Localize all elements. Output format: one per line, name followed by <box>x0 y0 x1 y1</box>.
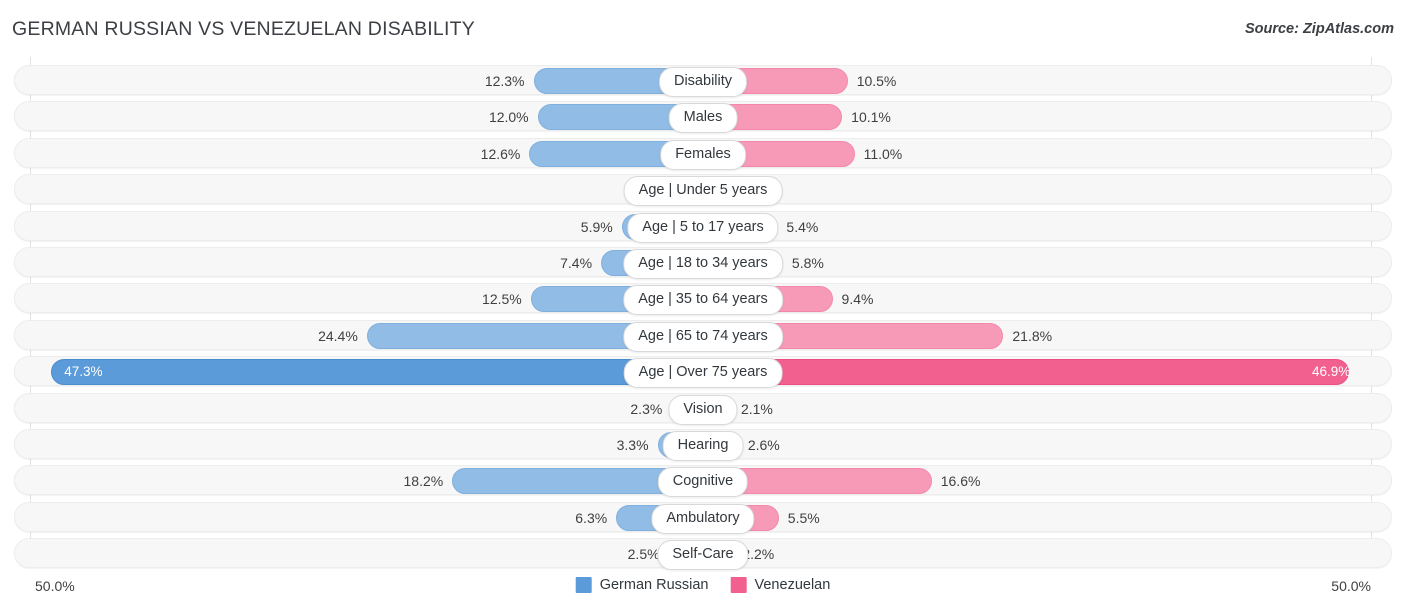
category-label-pill[interactable]: Disability <box>658 67 748 97</box>
value-label-right: 10.1% <box>851 109 891 126</box>
value-label-right: 10.5% <box>856 73 897 89</box>
legend-item[interactable]: German Russian <box>575 577 709 593</box>
table-row[interactable]: 2.3% 2.1% Vision <box>14 392 1392 425</box>
category-label-pill[interactable]: Self-Care <box>657 540 749 571</box>
value-label-left: 7.4% <box>560 255 593 271</box>
value-label-left: 5.9% <box>580 218 613 235</box>
chart-header: GERMAN RUSSIAN VS VENEZUELAN DISABILITY … <box>0 0 1406 57</box>
table-row[interactable]: 12.6% 11.0% Females <box>14 137 1392 170</box>
value-label-right: 11.0% <box>863 145 903 162</box>
value-label-right: 2.6% <box>747 437 780 453</box>
table-row[interactable]: 18.2% 16.6% Cognitive <box>14 465 1392 498</box>
legend-item-label: German Russian <box>599 577 709 593</box>
value-label-right: 5.8% <box>791 255 824 271</box>
table-row[interactable]: 6.3% 5.5% Ambulatory <box>14 501 1392 534</box>
table-row[interactable]: 24.4% 21.8% Age | 65 to 74 years <box>14 319 1392 352</box>
category-label-pill[interactable]: Females <box>660 139 746 170</box>
value-label-left: 3.3% <box>616 437 649 453</box>
value-label-right: 5.5% <box>787 509 820 526</box>
table-row[interactable]: 12.5% 9.4% Age | 35 to 64 years <box>14 283 1392 316</box>
category-label-pill[interactable]: Vision <box>668 394 738 425</box>
table-row[interactable]: 2.5% 2.2% Self-Care <box>14 538 1392 571</box>
value-label-left: 12.5% <box>482 291 522 308</box>
category-label-pill[interactable]: Age | 5 to 17 years <box>627 212 779 243</box>
table-row[interactable]: 1.6%1.2%Age | Under 5 years <box>14 174 1392 207</box>
category-label-pill[interactable]: Cognitive <box>657 467 749 498</box>
page-title: GERMAN RUSSIAN VS VENEZUELAN DISABILITY <box>12 18 475 40</box>
category-label-pill[interactable]: Age | 65 to 74 years <box>623 321 783 352</box>
value-label-left: 12.3% <box>484 73 525 89</box>
category-label-pill[interactable]: Ambulatory <box>651 503 755 534</box>
axis-label-right-max: 50.0% <box>1331 578 1371 594</box>
value-label-left: 18.2% <box>403 473 444 490</box>
category-label-pill[interactable]: Males <box>668 103 738 134</box>
legend-swatch-icon <box>730 577 747 593</box>
category-label-pill[interactable]: Age | 18 to 34 years <box>623 249 783 279</box>
category-label-pill[interactable]: Age | 35 to 64 years <box>623 285 783 316</box>
legend-swatch-icon <box>575 577 592 593</box>
value-label-left: 12.0% <box>488 109 529 126</box>
value-label-right: 5.4% <box>786 218 819 235</box>
value-label-left: 12.6% <box>480 145 521 162</box>
table-row[interactable]: 5.9% 5.4% Age | 5 to 17 years <box>14 210 1392 243</box>
source-attribution: Source: ZipAtlas.com <box>1244 21 1394 37</box>
category-label-pill[interactable]: Age | Over 75 years <box>623 358 783 389</box>
chart-legend: German Russian Venezuelan <box>575 577 831 593</box>
table-row[interactable]: 3.3% 2.6% Hearing <box>14 429 1392 461</box>
value-label-left: 24.4% <box>318 327 358 344</box>
category-label-pill[interactable]: Hearing <box>662 431 744 461</box>
table-row[interactable]: 12.0% 10.1% Males <box>14 101 1392 134</box>
value-label-left: 47.3% <box>64 364 103 380</box>
diverging-bar-chart: 12.3% 10.5% Disability 12.0% 10.1% Males 12.6%… <box>0 57 1406 571</box>
value-label-left: 6.3% <box>575 509 608 526</box>
table-row[interactable]: 47.3% 46.9% Age | Over 75 years <box>14 356 1392 389</box>
legend-item[interactable]: Venezuelan <box>730 577 831 593</box>
value-label-right: 16.6% <box>940 473 981 490</box>
table-row[interactable]: 7.4% 5.8% Age | 18 to 34 years <box>14 247 1392 279</box>
chart-footer: 50.0% 50.0% German Russian Venezuelan <box>0 567 1406 612</box>
table-row[interactable]: 12.3% 10.5% Disability <box>14 65 1392 97</box>
value-label-right: 2.1% <box>740 400 773 417</box>
value-label-right: 46.9% <box>1312 364 1351 380</box>
value-label-right: 21.8% <box>1012 327 1053 344</box>
legend-item-label: Venezuelan <box>754 577 831 593</box>
category-label-pill[interactable]: Age | Under 5 years <box>623 176 783 207</box>
axis-label-left-max: 50.0% <box>35 578 75 594</box>
value-label-left: 2.3% <box>630 400 663 417</box>
value-label-right: 9.4% <box>841 291 874 308</box>
